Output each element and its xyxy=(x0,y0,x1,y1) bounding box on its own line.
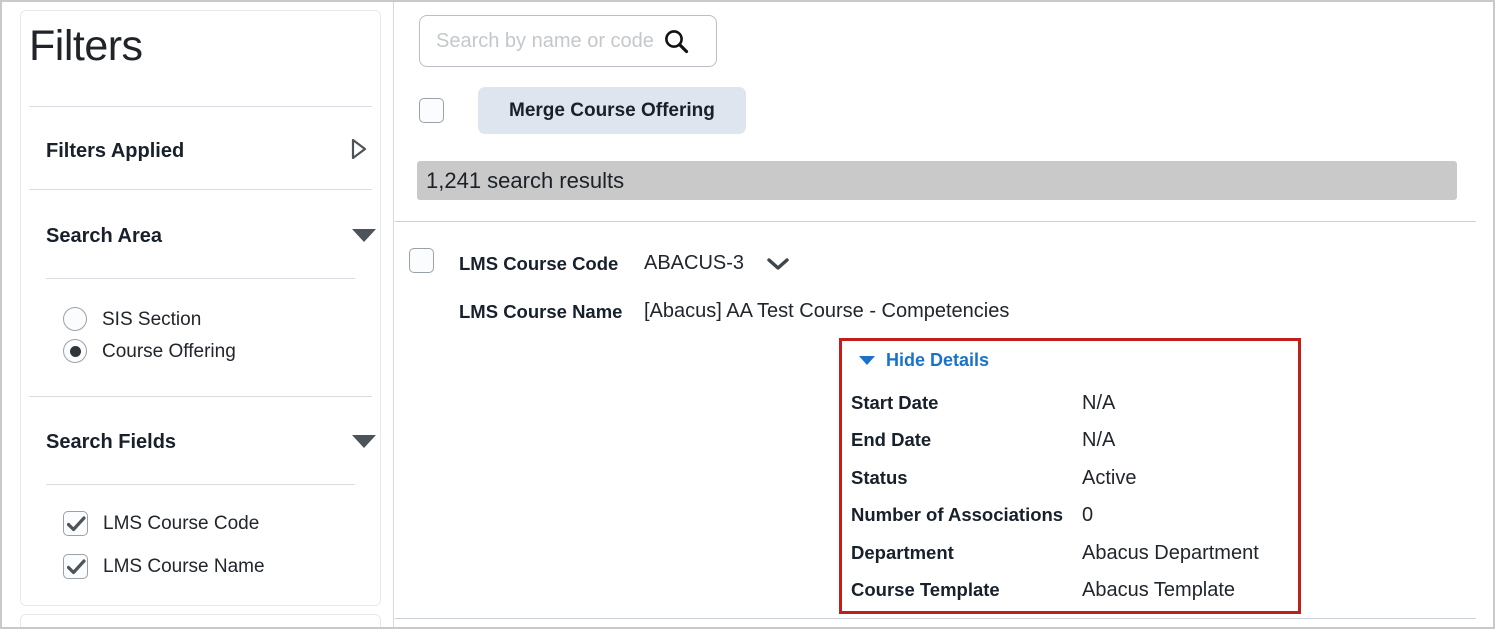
field-value: ABACUS-3 xyxy=(644,252,745,274)
hide-details-toggle[interactable]: Hide Details xyxy=(859,350,989,371)
checkbox-label: LMS Course Name xyxy=(103,555,265,577)
field-lms-course-code: LMS Course Code ABACUS-3 xyxy=(459,252,790,275)
search-fields-label: Search Fields xyxy=(46,431,177,453)
merge-course-offering-button[interactable]: Merge Course Offering xyxy=(478,87,746,134)
checkbox-lms-course-name[interactable]: LMS Course Name xyxy=(63,553,265,579)
triangle-down-icon[interactable] xyxy=(351,222,377,248)
triangle-down-icon xyxy=(859,356,875,365)
field-key: LMS Course Code xyxy=(459,252,619,274)
app-window: Filters Filters Applied Search Area SIS … xyxy=(0,0,1495,629)
detail-value: N/A xyxy=(1082,392,1116,414)
divider xyxy=(46,484,355,485)
page-title: Filters xyxy=(29,22,143,70)
divider xyxy=(395,627,1476,628)
next-panel xyxy=(20,614,381,627)
merge-toolbar: Merge Course Offering xyxy=(419,87,746,134)
field-key: LMS Course Name xyxy=(459,300,623,322)
checkbox-indicator[interactable] xyxy=(63,510,88,536)
results-count-bar: 1,241 search results xyxy=(417,161,1457,200)
triangle-down-icon[interactable] xyxy=(351,428,377,454)
filters-sidebar: Filters Filters Applied Search Area SIS … xyxy=(2,2,394,627)
radio-label: Course Offering xyxy=(102,340,236,362)
checkbox-lms-course-code[interactable]: LMS Course Code xyxy=(63,510,259,536)
field-value: [Abacus] AA Test Course - Competencies xyxy=(644,300,1010,322)
detail-value: N/A xyxy=(1082,429,1116,451)
divider xyxy=(395,221,1476,222)
chevron-down-icon[interactable] xyxy=(766,256,790,272)
radio-label: SIS Section xyxy=(102,308,202,330)
divider xyxy=(29,189,372,190)
search-field-wrapper[interactable] xyxy=(419,15,717,67)
radio-sis-section[interactable]: SIS Section xyxy=(63,306,201,332)
divider xyxy=(29,106,372,107)
checkbox-indicator[interactable] xyxy=(63,553,88,579)
detail-value: Abacus Department xyxy=(1082,542,1259,564)
detail-value: Abacus Template xyxy=(1082,579,1236,601)
results-count-text: 1,241 search results xyxy=(426,167,625,193)
filters-panel: Filters Filters Applied Search Area SIS … xyxy=(20,10,381,606)
detail-value: 0 xyxy=(1082,504,1094,526)
detail-key: Number of Associations xyxy=(851,504,1064,525)
divider xyxy=(46,278,355,279)
select-all-checkbox[interactable] xyxy=(419,98,444,123)
search-input[interactable] xyxy=(434,25,656,57)
radio-course-offering[interactable]: Course Offering xyxy=(63,338,236,364)
detail-key: Course Template xyxy=(851,579,1000,600)
divider xyxy=(395,618,1476,619)
radio-indicator-selected[interactable] xyxy=(63,339,87,363)
search-icon[interactable] xyxy=(656,21,696,61)
radio-indicator[interactable] xyxy=(63,307,87,331)
checkbox-label: LMS Course Code xyxy=(103,512,260,534)
detail-key: Start Date xyxy=(851,392,939,413)
detail-value: Active xyxy=(1082,467,1137,489)
detail-key: End Date xyxy=(851,429,932,450)
triangle-right-outline-icon[interactable] xyxy=(346,136,372,162)
hide-details-label: Hide Details xyxy=(886,350,990,370)
results-area: Merge Course Offering 1,241 search resul… xyxy=(395,2,1493,628)
filters-applied-label: Filters Applied xyxy=(46,140,185,162)
search-area-label: Search Area xyxy=(46,225,162,247)
course-details-panel: Hide Details Start Date N/A End Date N/A… xyxy=(839,338,1301,614)
detail-key: Department xyxy=(851,542,954,563)
detail-key: Status xyxy=(851,467,908,488)
divider xyxy=(29,396,372,397)
row-select-checkbox[interactable] xyxy=(409,248,434,273)
field-lms-course-name: LMS Course Name [Abacus] AA Test Course … xyxy=(459,300,1009,323)
